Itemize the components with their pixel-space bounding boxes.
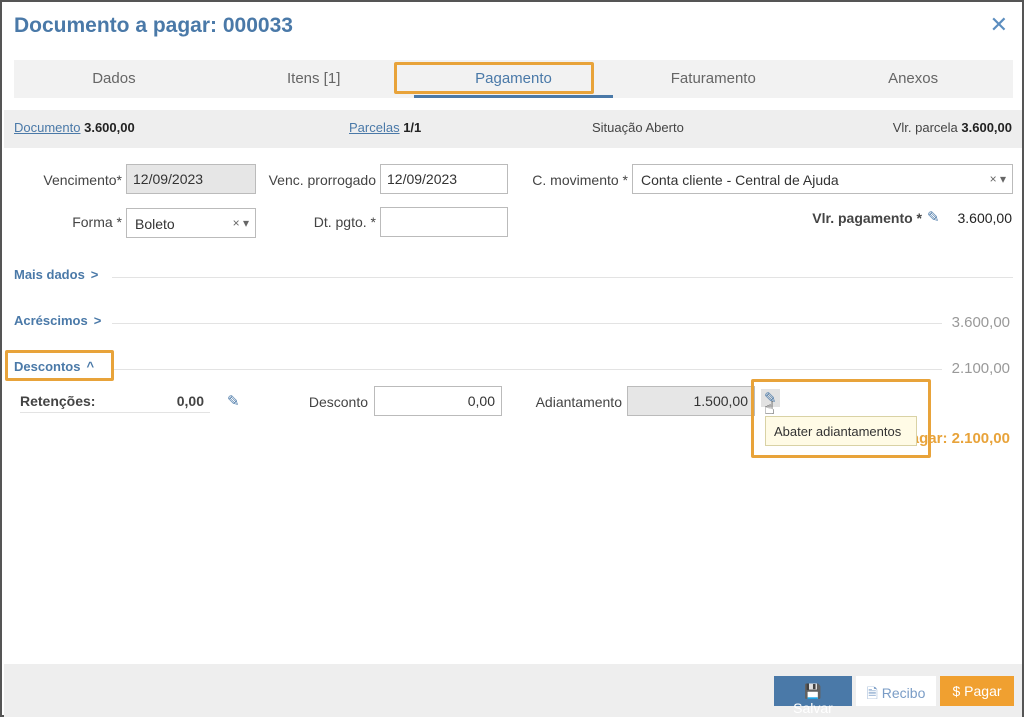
total-to-pay: pagar: 2.100,00 [901,430,1010,447]
receipt-label: Recibo [881,685,926,701]
retencoes-value: 0,00 [176,393,204,409]
select-controls-icon[interactable]: × ▾ [990,172,1006,186]
summary-parcelas: Parcelas 1/1 [349,120,421,135]
save-button[interactable]: 💾 Salvar [774,676,852,716]
vlr-pagamento-label: Vlr. pagamento * [812,210,922,226]
section-mais-dados[interactable]: Mais dados > [14,267,98,282]
vencimento-label: Vencimento* [43,172,122,188]
vlr-pagamento-value: 3.600,00 [957,210,1013,226]
chevron-right-icon: > [90,267,99,282]
c-movimento-label: C. movimento * [532,172,628,188]
vencimento-field: 12/09/2023 [126,164,256,194]
tab-anexos[interactable]: Anexos [813,60,1013,98]
descontos-label: Descontos [14,359,81,374]
parcelas-value: 1/1 [403,120,422,135]
abater-adiantamentos-tooltip: Abater adiantamentos [765,416,917,446]
c-movimento-value: Conta cliente - Central de Ajuda [641,172,839,188]
documento-link[interactable]: Documento [14,120,80,135]
forma-select[interactable]: Boleto × ▾ [126,208,256,238]
pay-button[interactable]: $ Pagar [940,676,1014,706]
retencoes-label: Retenções: [20,393,96,409]
situacao-label: Situação [592,120,643,135]
edit-vlr-pagamento-icon[interactable]: ✎ [927,208,940,226]
summary-documento: Documento 3.600,00 [14,120,135,135]
summary-bar: Documento 3.600,00 Parcelas 1/1 Situação… [4,110,1022,148]
edit-retencoes-icon[interactable]: ✎ [227,392,240,410]
close-icon[interactable]: ✕ [990,14,1008,36]
desconto-field[interactable]: 0,00 [374,386,502,416]
summary-vlr-parcela: Vlr. parcela 3.600,00 [893,120,1012,135]
section-descontos[interactable]: Descontos ^ [14,359,94,374]
tab-pagamento[interactable]: Pagamento [413,60,614,98]
parcelas-link[interactable]: Parcelas [349,120,400,135]
vlr-parcela-value: 3.600,00 [961,120,1012,135]
venc-prorrogado-label: Venc. prorrogado [268,172,376,188]
save-label: Salvar [793,700,833,716]
acrescimos-total: 3.600,00 [951,314,1010,331]
receipt-button[interactable]: 🗎 Recibo [856,676,936,706]
tab-itens[interactable]: Itens [1] [214,60,414,98]
situacao-value: Aberto [645,120,684,135]
pay-icon: $ [952,683,961,699]
divider [112,323,942,324]
tab-bar: Dados Itens [1] Pagamento Faturamento An… [14,60,1013,98]
divider [112,277,1013,278]
save-icon: 💾 [804,683,822,699]
dt-pgto-field[interactable] [380,207,508,237]
payment-dialog: Documento a pagar: 000033 ✕ Dados Itens … [0,0,1024,717]
chevron-right-icon: > [93,313,102,328]
dt-pgto-label: Dt. pgto. * [313,214,376,230]
documento-value: 3.600,00 [84,120,135,135]
pay-label: Pagar [964,683,1002,699]
summary-situacao: Situação Aberto [592,120,684,135]
adiantamento-field: 1.500,00 [627,386,755,416]
section-acrescimos[interactable]: Acréscimos > [14,313,101,328]
tab-faturamento[interactable]: Faturamento [613,60,813,98]
venc-prorrogado-field[interactable]: 12/09/2023 [380,164,508,194]
descontos-total: 2.100,00 [951,360,1010,377]
tab-dados[interactable]: Dados [14,60,214,98]
divider [20,412,210,413]
chevron-up-icon: ^ [86,359,95,374]
select-controls-icon[interactable]: × ▾ [233,216,249,230]
dialog-title: Documento a pagar: 000033 [14,14,293,37]
dialog-footer: 💾 Salvar 🗎 Recibo $ Pagar [4,664,1022,717]
receipt-icon: 🗎 [866,685,878,701]
desconto-label: Desconto [308,394,368,410]
adiantamento-label: Adiantamento [535,394,622,410]
divider [112,369,942,370]
mais-dados-label: Mais dados [14,267,85,282]
c-movimento-select[interactable]: Conta cliente - Central de Ajuda × ▾ [632,164,1013,194]
acrescimos-label: Acréscimos [14,313,88,328]
forma-label: Forma * [72,214,122,230]
vlr-parcela-label: Vlr. parcela [892,120,958,135]
forma-value: Boleto [135,216,175,232]
